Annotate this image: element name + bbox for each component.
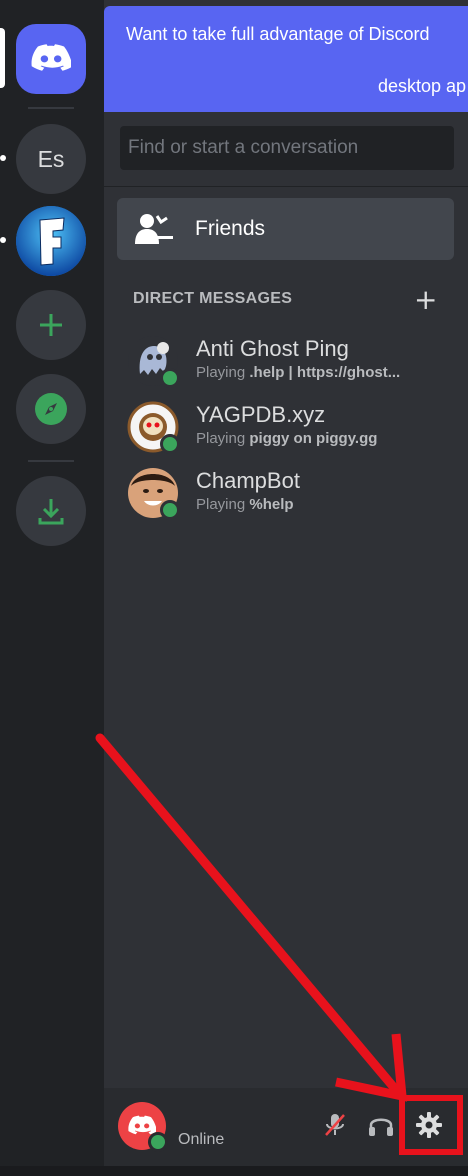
dm-activity: Playing %help	[196, 496, 294, 513]
home-button[interactable]	[16, 24, 86, 94]
banner-text-line1: Want to take full advantage of Discord	[126, 24, 430, 44]
microphone-muted-icon	[325, 1114, 345, 1136]
user-settings-button[interactable]	[412, 1108, 446, 1142]
dm-name: YAGPDB.xyz	[196, 402, 326, 427]
online-status-dot	[148, 1132, 168, 1152]
add-server-button[interactable]	[16, 290, 86, 360]
fortnite-logo-icon	[16, 206, 86, 276]
friends-button[interactable]: Friends	[117, 198, 454, 260]
window-bottom-edge	[0, 1166, 468, 1176]
friends-label: Friends	[195, 217, 266, 240]
search-input[interactable]: Find or start a conversation	[120, 126, 454, 170]
header-divider	[104, 186, 468, 187]
unread-indicator	[0, 155, 6, 161]
mute-button[interactable]	[318, 1108, 352, 1142]
dm-activity: Playing .help | https://ghost...	[196, 364, 401, 381]
dm-activity: Playing piggy on piggy.gg	[196, 430, 378, 447]
online-status-dot	[160, 434, 180, 454]
server-rail: Es	[0, 0, 104, 1176]
headphones-icon	[369, 1118, 393, 1136]
online-status-dot	[160, 500, 180, 520]
server-es[interactable]: Es	[16, 124, 86, 194]
rail-separator	[28, 460, 74, 462]
explore-servers-button[interactable]	[16, 374, 86, 444]
direct-messages-header: DIRECT MESSAGES	[133, 290, 293, 307]
desktop-app-banner[interactable]: Want to take full advantage of Discord d…	[104, 6, 468, 112]
banner-text-line2: desktop ap	[378, 76, 467, 96]
rail-separator	[28, 107, 74, 109]
create-dm-plus-icon[interactable]: +	[414, 286, 437, 314]
search-placeholder: Find or start a conversation	[128, 137, 359, 158]
dm-name: ChampBot	[196, 468, 300, 493]
dm-item-yagpdb[interactable]: YAGPDB.xyz Playing piggy on piggy.gg	[127, 398, 458, 458]
online-status-dot	[160, 368, 180, 388]
dm-name: Anti Ghost Ping	[196, 336, 349, 361]
dm-item-champbot[interactable]: ChampBot Playing %help	[128, 464, 458, 524]
user-status-text: Online	[178, 1131, 225, 1148]
server-es-label: Es	[37, 145, 65, 172]
download-apps-button[interactable]	[16, 476, 86, 546]
dm-panel	[104, 0, 468, 1176]
unread-indicator	[0, 237, 6, 243]
friends-wave-icon	[135, 214, 173, 244]
plus-icon	[40, 314, 62, 336]
dm-item-anti-ghost-ping[interactable]: Anti Ghost Ping Playing .help | https://…	[128, 332, 458, 392]
discord-logo-icon	[31, 44, 71, 71]
server-fortnite[interactable]	[16, 206, 86, 276]
selected-indicator	[0, 28, 5, 88]
compass-icon	[35, 393, 67, 425]
download-icon	[38, 499, 64, 525]
deafen-button[interactable]	[364, 1108, 398, 1142]
gear-icon	[416, 1112, 442, 1138]
